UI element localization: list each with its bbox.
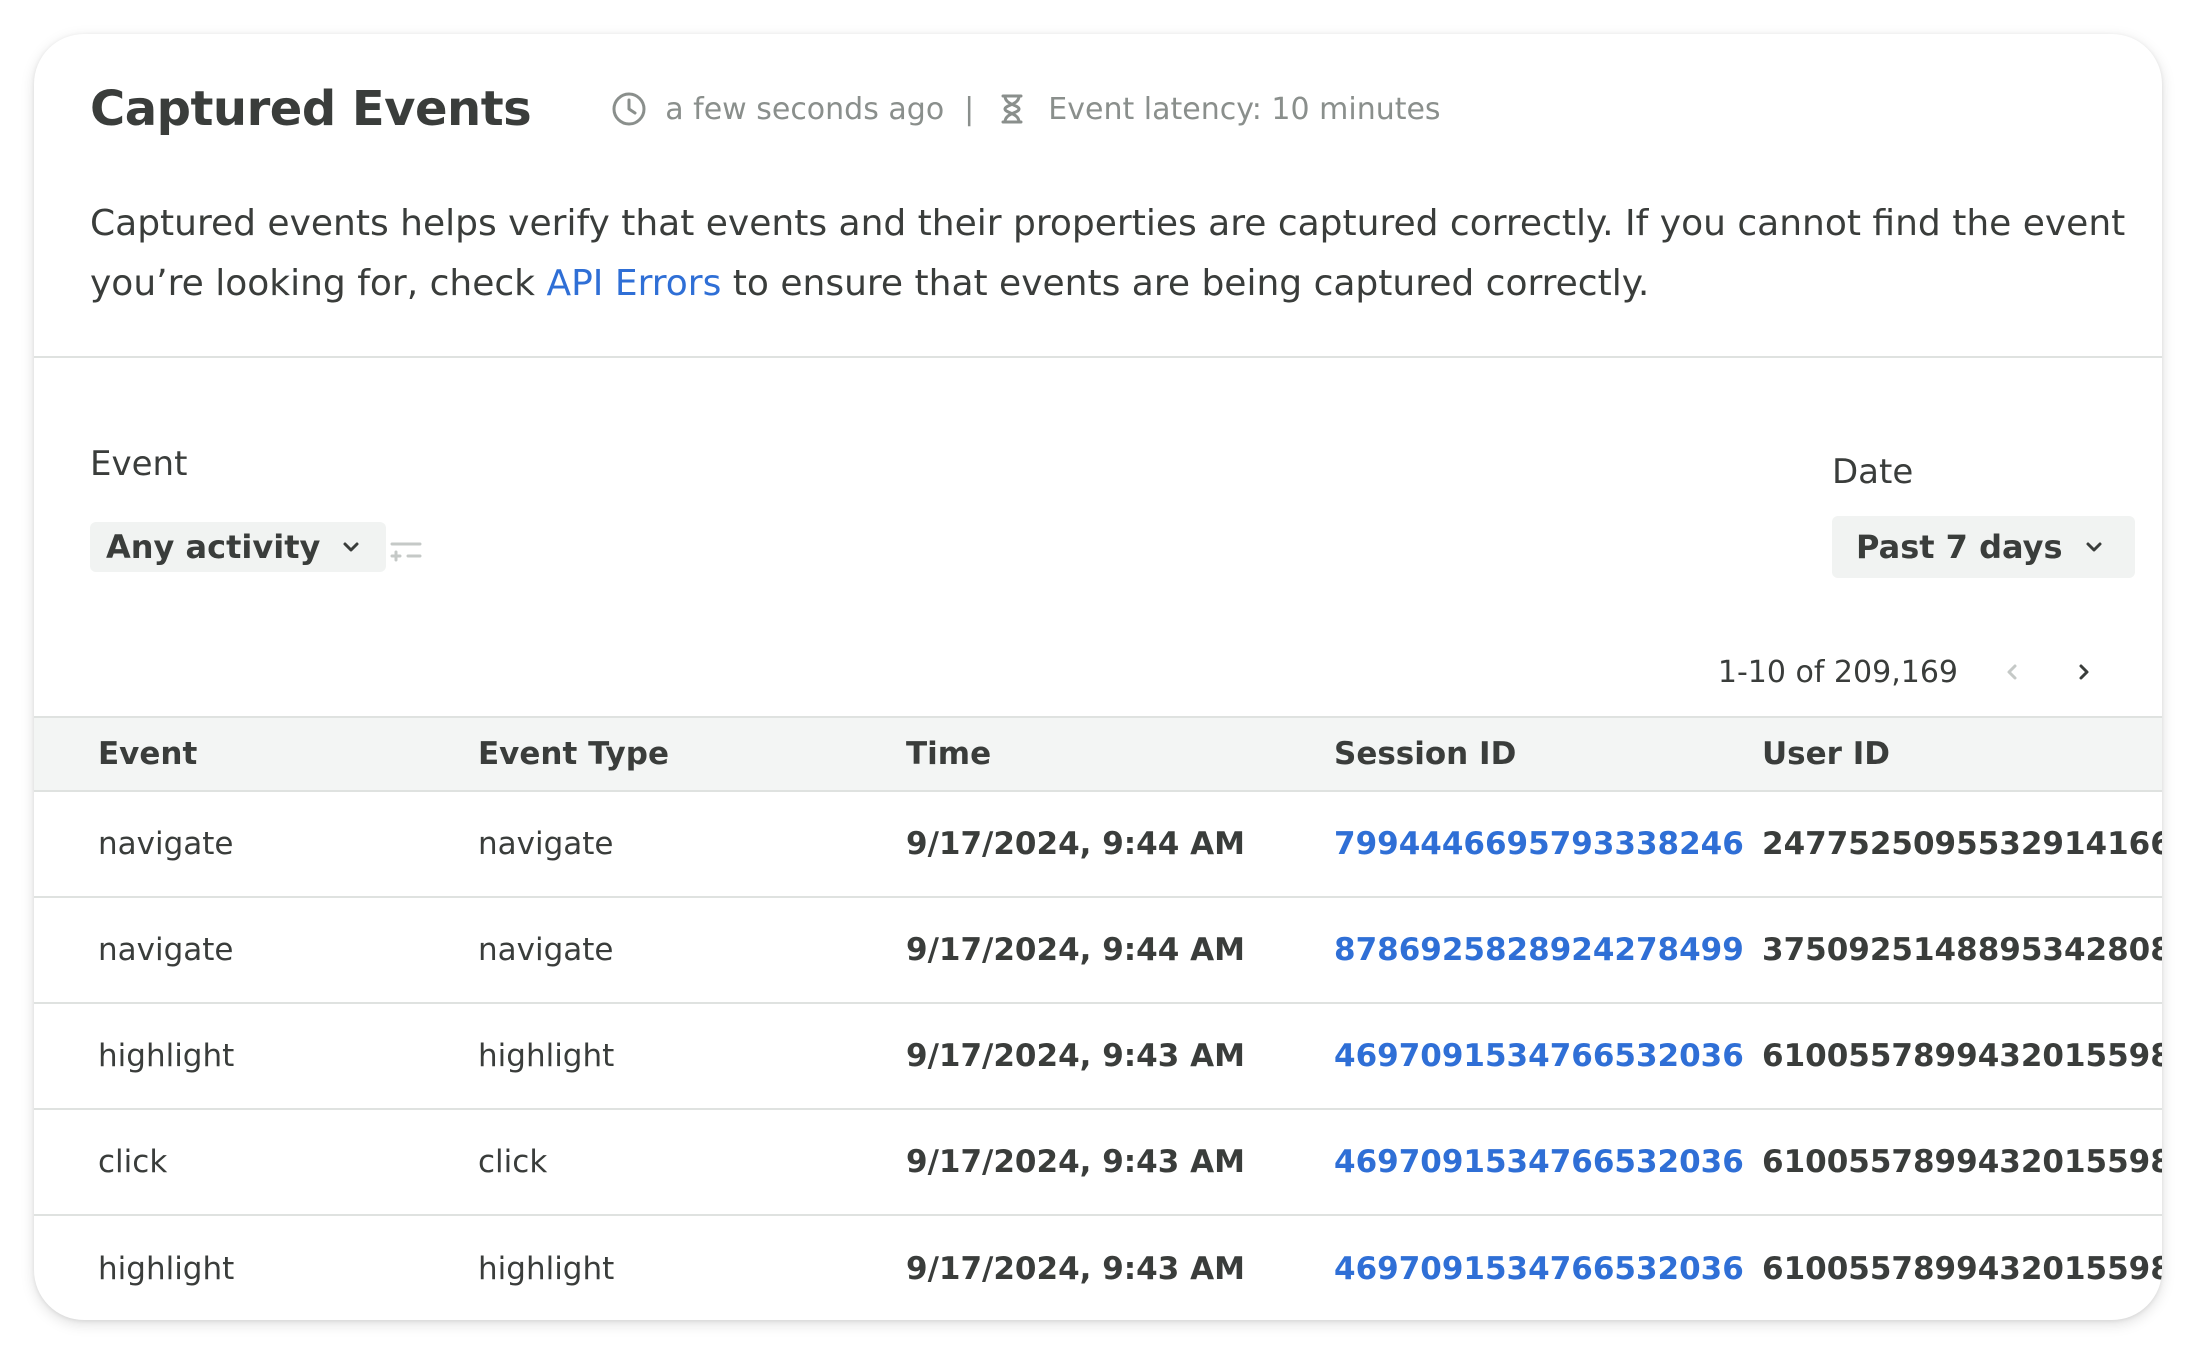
event-filter-value: Any activity: [106, 528, 321, 566]
cell-event: highlight: [98, 1038, 235, 1074]
cell-event-type: highlight: [478, 1038, 615, 1074]
cell-event: navigate: [98, 826, 234, 862]
table-row[interactable]: click click 9/17/2024, 9:43 AM 469709153…: [34, 1109, 2162, 1215]
chevron-down-icon: [340, 536, 362, 558]
captured-events-card: Captured Events a few seconds ago | Even…: [34, 34, 2162, 1320]
cell-user-id: 6100557899432015598: [1762, 1038, 2162, 1074]
table-row[interactable]: navigate navigate 9/17/2024, 9:44 AM 799…: [34, 791, 2162, 897]
cell-user-id: 3750925148895342808: [1762, 932, 2162, 968]
date-filter-label: Date: [1832, 452, 1914, 492]
column-header-event[interactable]: Event: [34, 717, 414, 791]
cell-event: navigate: [98, 932, 234, 968]
session-id-link[interactable]: 4697091534766532036: [1334, 1038, 1744, 1074]
chevron-down-icon: [2083, 536, 2105, 558]
last-updated-text: a few seconds ago: [665, 91, 945, 127]
cell-event-type: click: [478, 1144, 548, 1180]
table-row[interactable]: navigate navigate 9/17/2024, 9:44 AM 878…: [34, 897, 2162, 1003]
session-id-link[interactable]: 4697091534766532036: [1334, 1144, 1744, 1180]
title-row: Captured Events a few seconds ago | Even…: [90, 74, 2106, 144]
meta-separator: |: [964, 91, 975, 127]
table-body: navigate navigate 9/17/2024, 9:44 AM 799…: [34, 791, 2162, 1320]
cell-session-id: 4697091534766532036: [1270, 1215, 1744, 1320]
page-title: Captured Events: [90, 81, 532, 137]
header-divider: [34, 356, 2162, 358]
table-header-row: Event Event Type Time Session ID User ID: [34, 717, 2162, 791]
column-header-user-id[interactable]: User ID: [1698, 717, 2162, 791]
pagination-range: 1-10 of 209,169: [1717, 654, 1958, 690]
event-filter-label: Event: [90, 444, 188, 484]
meta-info: a few seconds ago | Event latency: 10 mi…: [611, 91, 1441, 127]
cell-session-id: 4697091534766532036: [1270, 1003, 1744, 1109]
cell-time: 9/17/2024, 9:44 AM: [906, 826, 1245, 862]
cell-event-type: navigate: [478, 826, 614, 862]
cell-time: 9/17/2024, 9:43 AM: [906, 1038, 1245, 1074]
cell-time: 9/17/2024, 9:43 AM: [906, 1250, 1245, 1287]
cell-event-type: highlight: [478, 1250, 615, 1287]
cell-event-type: navigate: [478, 932, 614, 968]
cell-user-id: 6100557899432015598: [1762, 1144, 2162, 1180]
cell-event: highlight: [98, 1250, 235, 1287]
session-id-link[interactable]: 8786925828924278499: [1334, 932, 1744, 968]
pagination: 1-10 of 209,169: [1718, 654, 2102, 690]
header: Captured Events a few seconds ago | Even…: [90, 74, 2125, 314]
cell-event: click: [98, 1144, 168, 1180]
cell-session-id: 8786925828924278499: [1270, 897, 1744, 1003]
description: Captured events helps verify that events…: [90, 194, 2140, 314]
session-id-link[interactable]: 7994446695793338246: [1334, 826, 1744, 862]
chevron-left-icon[interactable]: [1994, 654, 2030, 690]
hourglass-icon: [994, 91, 1030, 127]
cell-session-id: 4697091534766532036: [1270, 1109, 1744, 1215]
clock-icon: [611, 91, 647, 127]
table-row[interactable]: highlight highlight 9/17/2024, 9:43 AM 4…: [34, 1003, 2162, 1109]
cell-time: 9/17/2024, 9:43 AM: [906, 1144, 1245, 1180]
table-header: Event Event Type Time Session ID User ID: [34, 717, 2162, 791]
cell-user-id: 6100557899432015598: [1762, 1250, 2162, 1287]
chevron-right-icon[interactable]: [2066, 654, 2102, 690]
column-header-time[interactable]: Time: [842, 717, 1270, 791]
date-filter-dropdown[interactable]: Past 7 days: [1832, 516, 2135, 578]
filter-icon[interactable]: [388, 532, 424, 568]
column-header-session-id[interactable]: Session ID: [1270, 717, 1698, 791]
date-filter-value: Past 7 days: [1856, 528, 2063, 566]
events-table: Event Event Type Time Session ID User ID…: [34, 716, 2162, 1320]
session-id-link[interactable]: 4697091534766532036: [1334, 1251, 1744, 1287]
cell-user-id: 2477525095532914166: [1762, 826, 2162, 862]
cell-session-id: 7994446695793338246: [1270, 791, 1744, 897]
table-row[interactable]: highlight highlight 9/17/2024, 9:43 AM 4…: [34, 1215, 2162, 1320]
cell-time: 9/17/2024, 9:44 AM: [906, 932, 1245, 968]
latency-text: Event latency: 10 minutes: [1048, 91, 1441, 127]
description-text-after: to ensure that events are being captured…: [721, 263, 1650, 304]
column-header-event-type[interactable]: Event Type: [414, 717, 842, 791]
api-errors-link[interactable]: API Errors: [546, 263, 721, 304]
event-filter-dropdown[interactable]: Any activity: [90, 522, 387, 572]
